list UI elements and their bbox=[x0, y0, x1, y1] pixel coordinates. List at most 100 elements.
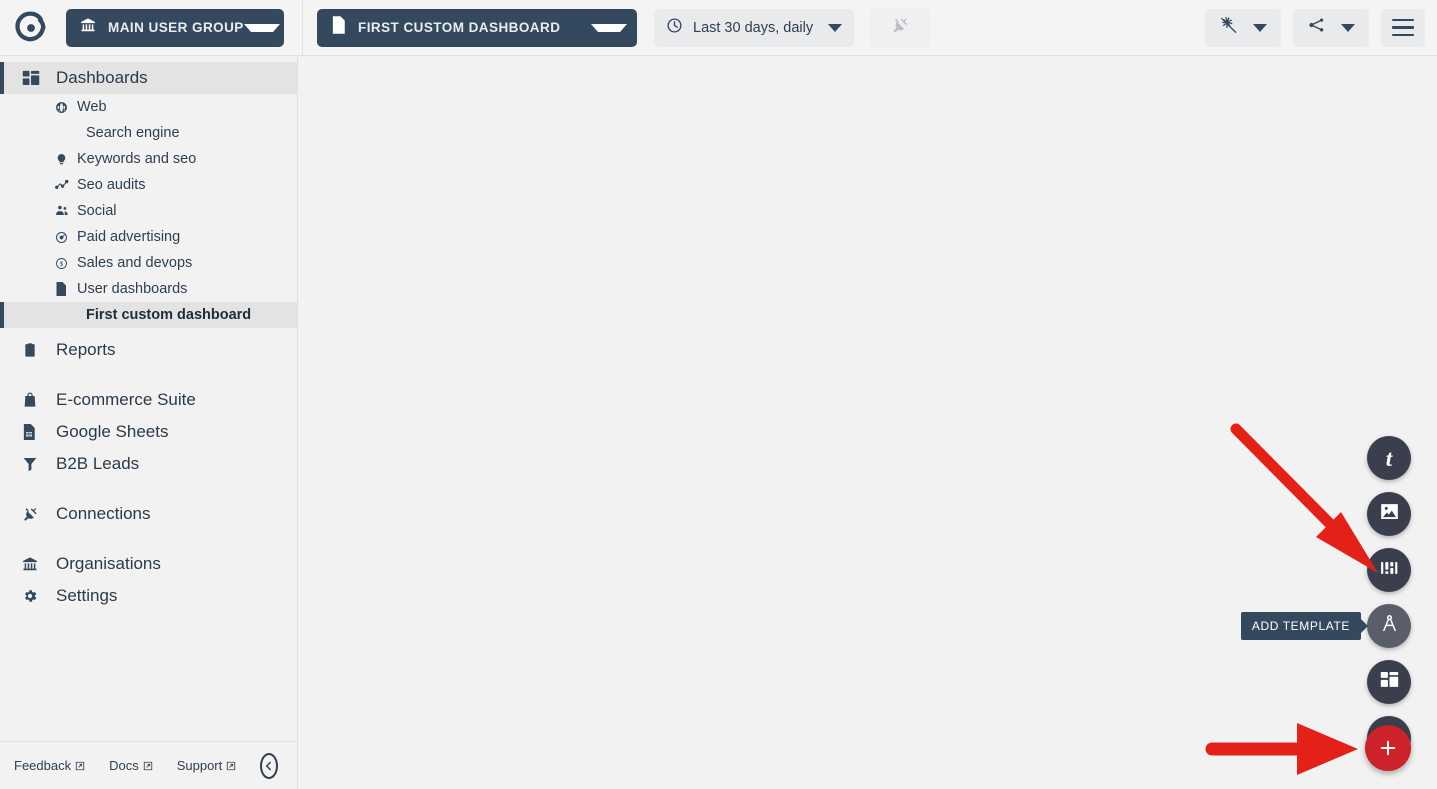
globe-icon bbox=[55, 101, 71, 114]
sidebar-item-label: Dashboards bbox=[56, 68, 148, 87]
user-group-label: MAIN USER GROUP bbox=[108, 20, 244, 35]
sidebar-item-label: Web bbox=[77, 99, 107, 115]
sidebar-item-label: Sales and devops bbox=[77, 255, 193, 271]
dashboard-grid-icon bbox=[1380, 670, 1399, 694]
sidebar-item-google-sheets[interactable]: Google Sheets bbox=[0, 416, 297, 448]
tooltip-label: ADD TEMPLATE bbox=[1251, 619, 1350, 633]
sidebar-item-label: B2B Leads bbox=[56, 454, 140, 473]
sidebar-item-first-custom-dashboard[interactable]: First custom dashboard bbox=[0, 302, 297, 328]
sidebar-item-keywords-and-seo[interactable]: Keywords and seo bbox=[0, 146, 297, 172]
chevron-down-icon bbox=[591, 23, 627, 32]
sidebar-item-search-engine[interactable]: Search engine bbox=[0, 120, 297, 146]
add-layout-widget-button[interactable] bbox=[1367, 660, 1411, 704]
top-toolbar: MAIN USER GROUP FIRST CUSTOM DASHBOARD L… bbox=[0, 0, 1437, 56]
lightbulb-icon bbox=[55, 153, 71, 166]
sidebar-item-organisations[interactable]: Organisations bbox=[0, 548, 297, 580]
user-group-selector[interactable]: MAIN USER GROUP bbox=[66, 8, 284, 47]
dashboard-canvas[interactable]: t ADD TEMPLATE bbox=[298, 56, 1437, 789]
chevron-down-icon bbox=[1253, 23, 1267, 32]
toolbar-right-group bbox=[1205, 8, 1437, 47]
sidebar-item-connections[interactable]: Connections bbox=[0, 498, 297, 530]
collapse-sidebar-button[interactable] bbox=[260, 752, 279, 779]
sidebar-item-paid-advertising[interactable]: Paid advertising bbox=[0, 224, 297, 250]
sidebar: Dashboards Web Search engine Keywords an… bbox=[0, 56, 298, 789]
footer-link-support[interactable]: Support bbox=[177, 758, 237, 773]
sidebar-item-dashboards[interactable]: Dashboards bbox=[0, 62, 297, 94]
plus-icon bbox=[1380, 740, 1396, 756]
sidebar-item-label: Seo audits bbox=[77, 177, 146, 193]
sidebar-item-label: Connections bbox=[56, 504, 151, 523]
sidebar-item-label: Google Sheets bbox=[56, 422, 169, 441]
date-range-selector[interactable]: Last 30 days, daily bbox=[654, 8, 854, 47]
sidebar-item-seo-audits[interactable]: Seo audits bbox=[0, 172, 297, 198]
sidebar-item-label: Social bbox=[77, 203, 117, 219]
add-widget-button[interactable] bbox=[1365, 725, 1411, 771]
sidebar-item-sales-and-devops[interactable]: $ Sales and devops bbox=[0, 250, 297, 276]
sidebar-item-reports[interactable]: Reports bbox=[0, 334, 297, 366]
bag-icon bbox=[22, 392, 44, 408]
footer-link-docs[interactable]: Docs bbox=[109, 758, 153, 773]
svg-text:$: $ bbox=[60, 261, 64, 267]
compass-draft-icon bbox=[1379, 613, 1400, 639]
sidebar-item-label: Keywords and seo bbox=[77, 151, 197, 167]
circular-target-logo-icon bbox=[15, 11, 46, 41]
dashboard-grid-icon bbox=[22, 69, 44, 87]
clipboard-icon bbox=[22, 342, 44, 358]
body-row: Dashboards Web Search engine Keywords an… bbox=[0, 56, 1437, 789]
clock-icon bbox=[666, 17, 683, 39]
add-text-widget-button[interactable]: t bbox=[1367, 436, 1411, 480]
sidebar-item-web[interactable]: Web bbox=[0, 94, 297, 120]
people-icon bbox=[55, 204, 71, 218]
sheets-icon bbox=[22, 424, 44, 440]
footer-link-label: Support bbox=[176, 758, 223, 773]
bank-icon bbox=[22, 556, 44, 572]
dollar-circle-icon: $ bbox=[55, 257, 71, 270]
bar-chart-icon bbox=[1379, 558, 1399, 583]
toolbar-divider bbox=[302, 0, 303, 56]
text-t-icon: t bbox=[1385, 445, 1393, 471]
arrow-left-circle-icon bbox=[266, 761, 272, 770]
gear-icon bbox=[22, 588, 44, 604]
external-link-icon bbox=[227, 761, 236, 770]
external-link-icon bbox=[143, 761, 152, 770]
sidebar-item-label: E-commerce Suite bbox=[56, 390, 196, 409]
share-dropdown-button[interactable] bbox=[1293, 8, 1369, 47]
sidebar-item-user-dashboards[interactable]: User dashboards bbox=[0, 276, 297, 302]
footer-link-label: Docs bbox=[109, 758, 139, 773]
dashboard-selector[interactable]: FIRST CUSTOM DASHBOARD bbox=[317, 8, 637, 47]
sidebar-item-social[interactable]: Social bbox=[0, 198, 297, 224]
share-icon bbox=[1307, 15, 1327, 40]
app-logo[interactable] bbox=[0, 0, 62, 56]
chevron-down-icon bbox=[828, 23, 842, 32]
image-icon bbox=[1379, 501, 1400, 527]
plug-icon bbox=[891, 16, 910, 40]
footer-link-label: Feedback bbox=[14, 758, 72, 773]
add-template-button[interactable] bbox=[1367, 604, 1411, 648]
sidebar-footer: Feedback Docs Support bbox=[0, 741, 297, 789]
bank-icon bbox=[80, 17, 96, 38]
no-ads-dropdown-button[interactable] bbox=[1205, 8, 1281, 47]
dashboard-label: FIRST CUSTOM DASHBOARD bbox=[358, 20, 561, 35]
plug-icon bbox=[22, 506, 44, 523]
no-ads-icon bbox=[1219, 15, 1239, 40]
chevron-down-icon bbox=[1341, 23, 1355, 32]
connection-status-button[interactable] bbox=[869, 8, 931, 47]
sidebar-item-label: Search engine bbox=[86, 125, 180, 141]
add-template-tooltip: ADD TEMPLATE bbox=[1240, 612, 1361, 640]
footer-link-feedback[interactable]: Feedback bbox=[14, 758, 85, 773]
sidebar-item-b2b-leads[interactable]: B2B Leads bbox=[0, 448, 297, 480]
date-range-label: Last 30 days, daily bbox=[693, 19, 814, 36]
sidebar-nav-list: Dashboards Web Search engine Keywords an… bbox=[0, 56, 297, 741]
funnel-icon bbox=[22, 456, 44, 472]
document-icon bbox=[55, 282, 71, 296]
sidebar-item-settings[interactable]: Settings bbox=[0, 580, 297, 612]
main-menu-button[interactable] bbox=[1381, 8, 1425, 47]
line-chart-icon bbox=[55, 178, 71, 192]
document-icon bbox=[331, 16, 346, 39]
widget-fab-rail: t bbox=[1367, 436, 1411, 760]
target-refresh-icon bbox=[55, 231, 71, 244]
sidebar-item-label: Organisations bbox=[56, 554, 161, 573]
add-chart-widget-button[interactable] bbox=[1367, 548, 1411, 592]
sidebar-item-e-commerce-suite[interactable]: E-commerce Suite bbox=[0, 384, 297, 416]
add-image-widget-button[interactable] bbox=[1367, 492, 1411, 536]
